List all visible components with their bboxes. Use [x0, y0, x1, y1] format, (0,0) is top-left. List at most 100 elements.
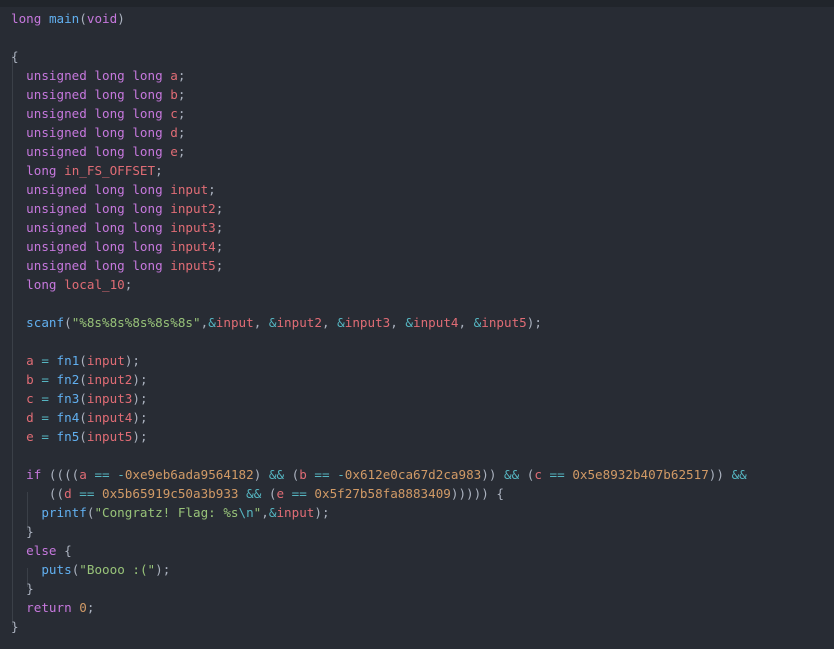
punctuation-token: )) [481, 467, 505, 482]
punctuation-token: } [11, 581, 34, 596]
identifier-token: input3 [170, 220, 216, 235]
punctuation-token [49, 410, 57, 425]
identifier-token: b [299, 467, 307, 482]
punctuation-token [11, 106, 26, 121]
code-line: unsigned long long b; [11, 85, 185, 104]
identifier-token: in_FS_OFFSET [64, 163, 156, 178]
code-line: unsigned long long c; [11, 104, 185, 123]
code-line: { [11, 47, 19, 66]
punctuation-token [11, 429, 26, 444]
code-line: long in_FS_OFFSET; [11, 161, 163, 180]
identifier-token: d [64, 486, 72, 501]
identifier-token: input5 [481, 315, 527, 330]
operator-token: == [549, 467, 565, 482]
number-token: 0 [79, 600, 87, 615]
string-token: "Boooo :(" [79, 562, 156, 577]
keyword-token: else [26, 543, 57, 558]
code-line: printf("Congratz! Flag: %s\n",&input); [11, 503, 329, 522]
operator-token: == [94, 467, 110, 482]
code-line: unsigned long long input4; [11, 237, 223, 256]
keyword-token: unsigned long long [26, 106, 163, 121]
punctuation-token: ) [117, 11, 125, 26]
keyword-token: void [86, 11, 118, 26]
punctuation-token: ); [132, 372, 148, 387]
punctuation-token [57, 163, 65, 178]
function-token: fn1 [56, 353, 80, 368]
identifier-token: input2 [276, 315, 322, 330]
punctuation-token [11, 562, 41, 577]
keyword-token: unsigned long long [26, 144, 163, 159]
punctuation-token [11, 258, 26, 273]
punctuation-token: ( [64, 315, 72, 330]
code-line: long local_10; [11, 275, 132, 294]
punctuation-token [11, 163, 26, 178]
code-line: b = fn2(input2); [11, 370, 148, 389]
operator-token: == [79, 486, 95, 501]
punctuation-token: ; [177, 106, 186, 121]
identifier-token: e [276, 486, 285, 501]
identifier-token: a [26, 353, 34, 368]
identifier-token: a [170, 68, 178, 83]
identifier-token: input2 [170, 201, 216, 216]
punctuation-token: , [253, 315, 269, 330]
function-token: main [48, 11, 80, 26]
code-line: unsigned long long input5; [11, 256, 223, 275]
punctuation-token: , [261, 505, 269, 520]
punctuation-token: ; [215, 201, 224, 216]
operator-token: & [337, 315, 345, 330]
punctuation-token [11, 467, 26, 482]
code-line: } [11, 579, 34, 598]
punctuation-token [49, 429, 57, 444]
editor-tab-bar [0, 0, 834, 7]
function-token: printf [41, 505, 87, 520]
punctuation-token [11, 220, 26, 235]
keyword-token: unsigned long long [26, 220, 163, 235]
punctuation-token: ); [132, 410, 148, 425]
identifier-token: c [170, 106, 178, 121]
code-line: d = fn4(input4); [11, 408, 148, 427]
punctuation-token: , [321, 315, 338, 330]
punctuation-token: )) [708, 467, 724, 482]
punctuation-token: ; [215, 220, 224, 235]
punctuation-token [11, 410, 26, 425]
code-line: } [11, 522, 34, 541]
number-token: 0x612e0ca67d2ca983 [344, 467, 482, 482]
string-token: "Congratz! Flag: %s [94, 505, 239, 520]
function-token: fn4 [56, 410, 80, 425]
punctuation-token: ; [208, 182, 216, 197]
punctuation-token: ))))) { [450, 486, 504, 501]
code-line: long main(void) [11, 9, 125, 28]
keyword-token: long [11, 11, 42, 26]
identifier-token: e [170, 144, 178, 159]
code-line: unsigned long long input3; [11, 218, 223, 237]
punctuation-token [11, 182, 26, 197]
code-editor[interactable]: long main(void){ unsigned long long a; u… [0, 8, 834, 649]
function-token: fn2 [56, 372, 80, 387]
operator-token: & [405, 315, 413, 330]
identifier-token: d [26, 410, 34, 425]
operator-token: && [504, 467, 520, 482]
punctuation-token: ; [86, 600, 95, 615]
identifier-token: b [26, 372, 34, 387]
punctuation-token: ( [519, 467, 535, 482]
function-token: puts [41, 562, 72, 577]
identifier-token: c [26, 391, 34, 406]
operator-token: == [314, 467, 330, 482]
code-line: scanf("%8s%8s%8s%8s%8s",&input, &input2,… [11, 313, 542, 332]
operator-token: = [41, 429, 49, 444]
string-token: "%8s%8s%8s%8s%8s" [71, 315, 201, 330]
identifier-token: input3 [86, 391, 133, 406]
punctuation-token [57, 277, 65, 292]
identifier-token: input [86, 353, 125, 368]
code-line: unsigned long long d; [11, 123, 185, 142]
punctuation-token: ( [79, 391, 87, 406]
punctuation-token [11, 372, 26, 387]
number-token: 0x5e8932b407b62517 [572, 467, 709, 482]
operator-token: = [41, 410, 49, 425]
punctuation-token [284, 486, 292, 501]
punctuation-token: ; [124, 277, 133, 292]
identifier-token: input [276, 505, 315, 520]
keyword-token: unsigned long long [26, 239, 163, 254]
punctuation-token: ( [261, 486, 277, 501]
identifier-token: input5 [170, 258, 216, 273]
